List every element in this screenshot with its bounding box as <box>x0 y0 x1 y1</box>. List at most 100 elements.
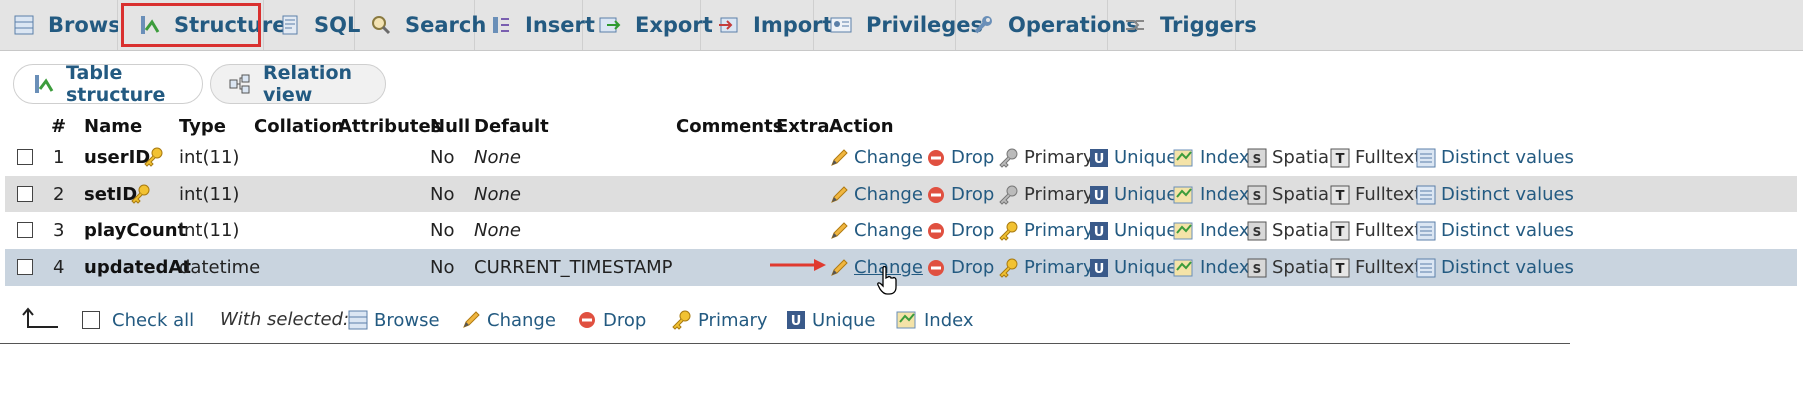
change-label: Change <box>854 220 923 241</box>
tab-export[interactable]: Export <box>583 0 713 50</box>
key-icon <box>142 147 164 167</box>
tab-privileges[interactable]: Privileges <box>814 0 983 50</box>
unique-button[interactable]: U Unique <box>1089 212 1178 249</box>
bulk-change-label: Change <box>487 309 556 331</box>
tab-search[interactable]: Search <box>355 0 486 50</box>
svg-text:U: U <box>1094 225 1105 240</box>
tab-label: SQL <box>314 13 361 37</box>
col-attributes[interactable]: Attributes <box>338 113 441 140</box>
bulk-index-label: Index <box>924 309 974 331</box>
unique-button[interactable]: U Unique <box>1089 176 1178 213</box>
bulk-drop-button[interactable]: Drop <box>577 298 646 342</box>
field-null: No <box>430 257 455 278</box>
bulk-primary-button[interactable]: Primary <box>670 298 768 342</box>
tab-sql[interactable]: SQL <box>264 0 360 50</box>
distinct-values-icon <box>1416 258 1436 278</box>
tab-operations[interactable]: Operations <box>956 0 1139 50</box>
bulk-unique-button[interactable]: U Unique <box>786 298 876 342</box>
drop-icon <box>926 258 946 278</box>
bulk-browse-button[interactable]: Browse <box>348 298 440 342</box>
index-button[interactable]: Index <box>1173 139 1250 176</box>
row-checkbox[interactable] <box>17 259 33 275</box>
col-type[interactable]: Type <box>179 113 226 140</box>
field-name[interactable]: userID <box>84 139 150 176</box>
distinct-values-button[interactable]: Distinct values <box>1416 249 1574 286</box>
key-icon <box>670 310 692 330</box>
change-button[interactable]: Change <box>829 139 923 176</box>
index-button[interactable]: Index <box>1173 249 1250 286</box>
drop-icon <box>926 221 946 241</box>
col-collation[interactable]: Collation <box>254 113 344 140</box>
field-name[interactable]: playCount <box>84 212 186 249</box>
svg-text:T: T <box>1336 262 1345 277</box>
unique-button[interactable]: U Unique <box>1089 139 1178 176</box>
tab-browse[interactable]: Browse <box>0 0 135 50</box>
wrench-icon <box>972 14 994 36</box>
field-name[interactable]: updatedAt <box>84 249 191 286</box>
spatial-button[interactable]: S Spatial <box>1247 212 1334 249</box>
unique-button[interactable]: U Unique <box>1089 249 1178 286</box>
tab-triggers[interactable]: Triggers <box>1108 0 1257 50</box>
subtab-table-structure[interactable]: Table structure <box>13 62 203 106</box>
svg-text:S: S <box>1253 262 1262 276</box>
index-button[interactable]: Index <box>1173 176 1250 213</box>
drop-button[interactable]: Drop <box>926 176 994 213</box>
index-label: Index <box>1200 147 1250 168</box>
fulltext-button[interactable]: T Fulltext <box>1330 212 1421 249</box>
spatial-label: Spatial <box>1272 220 1334 241</box>
unique-icon: U <box>1089 148 1109 168</box>
col-name[interactable]: Name <box>84 113 142 140</box>
tab-insert[interactable]: Insert <box>475 0 595 50</box>
key-icon <box>997 185 1019 205</box>
tab-import[interactable]: Import <box>701 0 833 50</box>
bulk-change-button[interactable]: Change <box>461 298 556 342</box>
table-row: 4 updatedAt datetime No CURRENT_TIMESTAMP Cha… <box>5 249 1797 286</box>
row-checkbox[interactable] <box>17 149 33 165</box>
change-button[interactable]: Change <box>829 212 923 249</box>
check-all-checkbox[interactable] <box>82 311 100 329</box>
check-all-label[interactable]: Check all <box>112 310 194 331</box>
col-default[interactable]: Default <box>474 113 549 140</box>
index-button[interactable]: Index <box>1173 212 1250 249</box>
drop-button[interactable]: Drop <box>926 212 994 249</box>
distinct-values-button[interactable]: Distinct values <box>1416 139 1574 176</box>
search-icon <box>371 15 391 35</box>
svg-text:U: U <box>791 314 802 329</box>
bulk-browse-label: Browse <box>374 309 440 331</box>
field-default: None <box>474 220 521 241</box>
col-extra[interactable]: Extra <box>776 113 830 140</box>
drop-icon <box>926 148 946 168</box>
distinct-values-button[interactable]: Distinct values <box>1416 212 1574 249</box>
spatial-button[interactable]: S Spatial <box>1247 249 1334 286</box>
spatial-button[interactable]: S Spatial <box>1247 139 1334 176</box>
col-null[interactable]: Null <box>430 113 470 140</box>
subtab-relation-view[interactable]: Relation view <box>210 62 386 106</box>
fulltext-button[interactable]: T Fulltext <box>1330 139 1421 176</box>
drop-button[interactable]: Drop <box>926 139 994 176</box>
primary-button[interactable]: Primary <box>997 139 1094 176</box>
browse-icon <box>348 310 368 330</box>
primary-button[interactable]: Primary <box>997 176 1094 213</box>
fulltext-button[interactable]: T Fulltext <box>1330 249 1421 286</box>
drop-label: Drop <box>951 147 995 168</box>
distinct-values-button[interactable]: Distinct values <box>1416 176 1574 213</box>
primary-button[interactable]: Primary <box>997 249 1094 286</box>
change-button[interactable]: Change <box>829 176 923 213</box>
fulltext-label: Fulltext <box>1355 220 1422 241</box>
tab-label: Triggers <box>1160 13 1257 37</box>
bulk-index-button[interactable]: Index <box>896 298 974 342</box>
index-icon <box>1173 148 1195 168</box>
primary-button[interactable]: Primary <box>997 212 1094 249</box>
unique-icon: U <box>786 310 806 330</box>
tab-structure[interactable]: Structure <box>118 0 287 50</box>
col-comments[interactable]: Comments <box>676 113 783 140</box>
fulltext-button[interactable]: T Fulltext <box>1330 176 1421 213</box>
row-checkbox[interactable] <box>17 222 33 238</box>
check-all[interactable]: Check all <box>82 298 194 342</box>
drop-button[interactable]: Drop <box>926 249 994 286</box>
field-null: No <box>430 147 455 168</box>
spatial-button[interactable]: S Spatial <box>1247 176 1334 213</box>
sql-icon <box>280 14 300 36</box>
row-checkbox[interactable] <box>17 186 33 202</box>
pencil-icon <box>829 221 849 241</box>
